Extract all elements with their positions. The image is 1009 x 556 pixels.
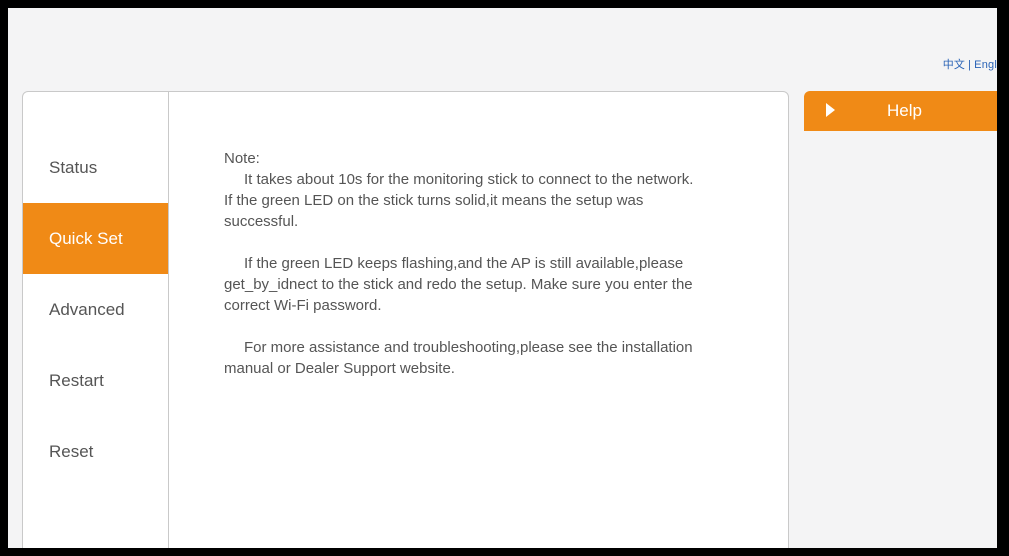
language-separator: | xyxy=(968,59,972,71)
sidebar-item-advanced[interactable]: Advanced xyxy=(23,274,168,345)
language-chinese-link[interactable]: 中文 xyxy=(943,59,965,71)
sidebar-item-reset[interactable]: Reset xyxy=(23,416,168,487)
sidebar-item-quick-set[interactable]: Quick Set xyxy=(23,203,168,274)
sidebar-item-restart[interactable]: Restart xyxy=(23,345,168,416)
sidebar-item-status[interactable]: Status xyxy=(23,132,168,203)
quick-set-note: Note: It takes about 10s for the monitor… xyxy=(224,148,704,379)
help-panel-header[interactable]: Help xyxy=(804,91,997,131)
language-switch: 中文 | Engl xyxy=(943,56,997,72)
note-paragraph-connect: It takes about 10s for the monitoring st… xyxy=(224,171,694,230)
sidebar-nav: Status Quick Set Advanced Restart Reset xyxy=(23,92,169,548)
note-paragraph-flashing: If the green LED keeps flashing,and the … xyxy=(224,255,693,314)
caret-right-icon xyxy=(826,103,835,117)
main-panel: Status Quick Set Advanced Restart Reset … xyxy=(22,91,789,548)
language-english-link[interactable]: Engl xyxy=(974,59,997,71)
note-paragraph-assistance: For more assistance and troubleshooting,… xyxy=(224,339,693,377)
note-heading: Note: xyxy=(224,150,260,167)
help-label: Help xyxy=(887,101,922,120)
app-frame: 中文 | Engl Status Quick Set Advanced Restar… xyxy=(8,8,997,548)
